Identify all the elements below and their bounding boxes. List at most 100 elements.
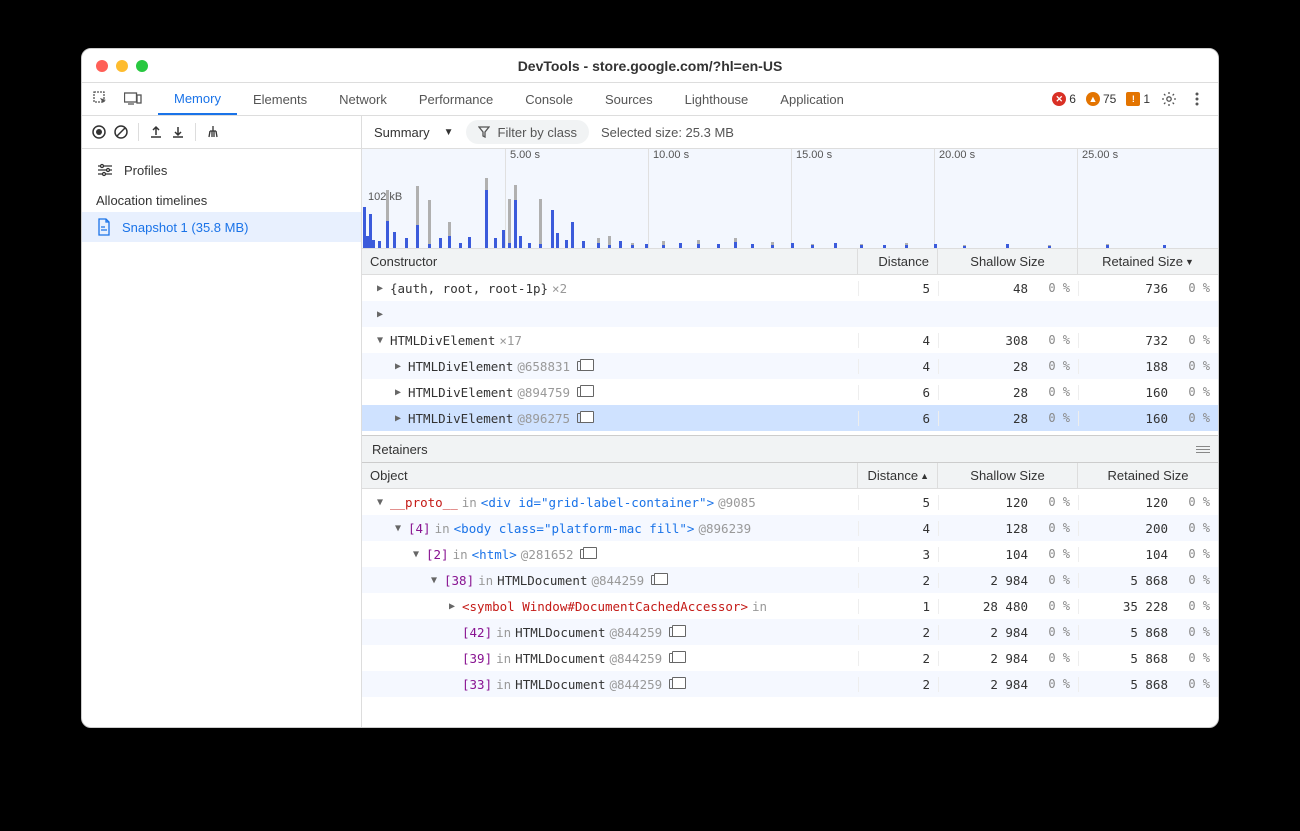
panel-tabs: MemoryElementsNetworkPerformanceConsoleS… xyxy=(158,83,860,115)
tab-console[interactable]: Console xyxy=(509,83,589,115)
info-count: 1 xyxy=(1143,92,1150,106)
view-dropdown[interactable]: Summary ▼ xyxy=(374,125,454,140)
disclosure-triangle-icon[interactable]: ▼ xyxy=(392,523,404,534)
disclosure-triangle-icon[interactable]: ▶ xyxy=(392,413,404,424)
retainer-row[interactable]: ▶<symbol Window#DocumentCachedAccessor> … xyxy=(362,593,1218,619)
maximize-window-button[interactable] xyxy=(136,60,148,72)
col-object[interactable]: Object xyxy=(362,463,858,488)
constructor-row[interactable]: ▶HTMLDivElement @8947596280 %1600 % xyxy=(362,379,1218,405)
retainers-header: Object Distance▲ Shallow Size Retained S… xyxy=(362,463,1218,489)
disclosure-triangle-icon[interactable]: ▶ xyxy=(446,601,458,612)
col-shallow-size[interactable]: Shallow Size xyxy=(938,249,1078,274)
open-in-new-icon[interactable] xyxy=(577,413,589,423)
allocation-timeline-chart[interactable]: 5.00 s10.00 s15.00 s20.00 s25.00 s30.00 … xyxy=(362,149,1218,249)
tab-performance[interactable]: Performance xyxy=(403,83,509,115)
info-badge[interactable]: !1 xyxy=(1126,92,1150,106)
disclosure-triangle-icon[interactable]: ▼ xyxy=(428,575,440,586)
disclosure-triangle-icon[interactable]: ▼ xyxy=(374,335,386,346)
main-panel: Summary ▼ Filter by class Selected size:… xyxy=(362,116,1218,727)
allocation-timelines-label: Allocation timelines xyxy=(82,185,361,212)
devtools-window: DevTools - store.google.com/?hl=en-US Me… xyxy=(81,48,1219,728)
col-ret-shallow[interactable]: Shallow Size xyxy=(938,463,1078,488)
tab-lighthouse[interactable]: Lighthouse xyxy=(669,83,765,115)
constructor-row[interactable]: ▶HTMLDivElement @8962756280 %1600 % xyxy=(362,405,1218,431)
disclosure-triangle-icon[interactable]: ▼ xyxy=(410,549,422,560)
profiles-section: Profiles xyxy=(82,149,361,185)
record-icon[interactable] xyxy=(90,123,108,141)
snapshot-label: Snapshot 1 (35.8 MB) xyxy=(122,220,248,235)
error-badge[interactable]: ✕6 xyxy=(1052,92,1076,106)
upload-icon[interactable] xyxy=(147,123,165,141)
open-in-new-icon[interactable] xyxy=(577,387,589,397)
tab-elements[interactable]: Elements xyxy=(237,83,323,115)
profiles-label: Profiles xyxy=(124,163,167,178)
open-in-new-icon[interactable] xyxy=(651,575,663,585)
retainer-row[interactable]: ▼[4] in <body class="platform-mac fill">… xyxy=(362,515,1218,541)
open-in-new-icon[interactable] xyxy=(669,679,681,689)
settings-gear-icon[interactable] xyxy=(1160,90,1178,108)
class-filter[interactable]: Filter by class xyxy=(466,120,589,144)
retainer-row[interactable]: [33] in HTMLDocument @84425922 9840 %5 8… xyxy=(362,671,1218,697)
col-ret-distance[interactable]: Distance▲ xyxy=(858,463,938,488)
minimize-window-button[interactable] xyxy=(116,60,128,72)
window-title: DevTools - store.google.com/?hl=en-US xyxy=(518,58,783,74)
devtools-tabbar: MemoryElementsNetworkPerformanceConsoleS… xyxy=(82,83,1218,116)
device-toolbar-icon[interactable] xyxy=(124,90,142,108)
memory-toolbar xyxy=(82,116,361,149)
constructor-row[interactable]: ▼HTMLDivElement ×1743080 %7320 % xyxy=(362,327,1218,353)
download-icon[interactable] xyxy=(169,123,187,141)
tab-network[interactable]: Network xyxy=(323,83,403,115)
col-constructor[interactable]: Constructor xyxy=(362,249,858,274)
disclosure-triangle-icon[interactable]: ▶ xyxy=(374,283,386,294)
filter-icon xyxy=(478,126,490,138)
disclosure-triangle-icon[interactable]: ▼ xyxy=(374,497,386,508)
retainer-row[interactable]: [39] in HTMLDocument @84425922 9840 %5 8… xyxy=(362,645,1218,671)
clear-icon[interactable] xyxy=(112,123,130,141)
disclosure-triangle-icon[interactable]: ▶ xyxy=(392,387,404,398)
view-dropdown-label: Summary xyxy=(374,125,430,140)
col-distance[interactable]: Distance xyxy=(858,249,938,274)
sidebar: Profiles Allocation timelines Snapshot 1… xyxy=(82,116,362,727)
chevron-down-icon: ▼ xyxy=(444,127,454,138)
error-count: 6 xyxy=(1069,92,1076,106)
close-window-button[interactable] xyxy=(96,60,108,72)
open-in-new-icon[interactable] xyxy=(577,361,589,371)
selected-size-label: Selected size: 25.3 MB xyxy=(601,125,734,140)
open-in-new-icon[interactable] xyxy=(669,653,681,663)
warning-count: 75 xyxy=(1103,92,1116,106)
sliders-icon[interactable] xyxy=(96,161,114,179)
constructor-row[interactable]: ▶{auth, root, root-1p} ×25480 %7360 % xyxy=(362,275,1218,301)
retainer-row[interactable]: ▼[38] in HTMLDocument @84425922 9840 %5 … xyxy=(362,567,1218,593)
traffic-lights xyxy=(96,60,148,72)
disclosure-triangle-icon[interactable]: ▶ xyxy=(392,361,404,372)
tab-application[interactable]: Application xyxy=(764,83,860,115)
retainer-row[interactable]: [42] in HTMLDocument @84425922 9840 %5 8… xyxy=(362,619,1218,645)
col-retained-size[interactable]: Retained Size ▼ xyxy=(1078,249,1218,274)
open-in-new-icon[interactable] xyxy=(669,627,681,637)
snapshot-toolbar: Summary ▼ Filter by class Selected size:… xyxy=(362,116,1218,149)
snapshot-item[interactable]: Snapshot 1 (35.8 MB) xyxy=(82,212,361,242)
inspect-element-icon[interactable] xyxy=(92,90,110,108)
tab-sources[interactable]: Sources xyxy=(589,83,669,115)
retainers-rows: ▼__proto__ in <div id="grid-label-contai… xyxy=(362,489,1218,727)
constructor-row[interactable]: ▶</span><span class="dim"> ×3</span></di… xyxy=(362,301,1218,327)
retainer-row[interactable]: ▼__proto__ in <div id="grid-label-contai… xyxy=(362,489,1218,515)
constructor-row[interactable]: ▶HTMLDivElement @6588314280 %1880 % xyxy=(362,353,1218,379)
open-in-new-icon[interactable] xyxy=(580,549,592,559)
gc-broom-icon[interactable] xyxy=(204,123,222,141)
disclosure-triangle-icon[interactable]: ▶ xyxy=(374,309,386,320)
filter-placeholder: Filter by class xyxy=(498,125,577,140)
window-titlebar: DevTools - store.google.com/?hl=en-US xyxy=(82,49,1218,83)
tab-memory[interactable]: Memory xyxy=(158,83,237,115)
retainers-titlebar[interactable]: Retainers xyxy=(362,435,1218,463)
heap-snapshot-icon xyxy=(96,218,112,236)
constructor-header: Constructor Distance Shallow Size Retain… xyxy=(362,249,1218,275)
sort-desc-icon: ▼ xyxy=(1185,257,1194,267)
more-menu-icon[interactable] xyxy=(1188,90,1206,108)
retainer-row[interactable]: ▼[2] in <html> @28165231040 %1040 % xyxy=(362,541,1218,567)
col-ret-retained[interactable]: Retained Size xyxy=(1078,463,1218,488)
retainers-title: Retainers xyxy=(372,442,428,457)
sort-asc-icon: ▲ xyxy=(920,471,929,481)
hamburger-icon[interactable] xyxy=(1196,446,1210,453)
warning-badge[interactable]: ▲75 xyxy=(1086,92,1116,106)
